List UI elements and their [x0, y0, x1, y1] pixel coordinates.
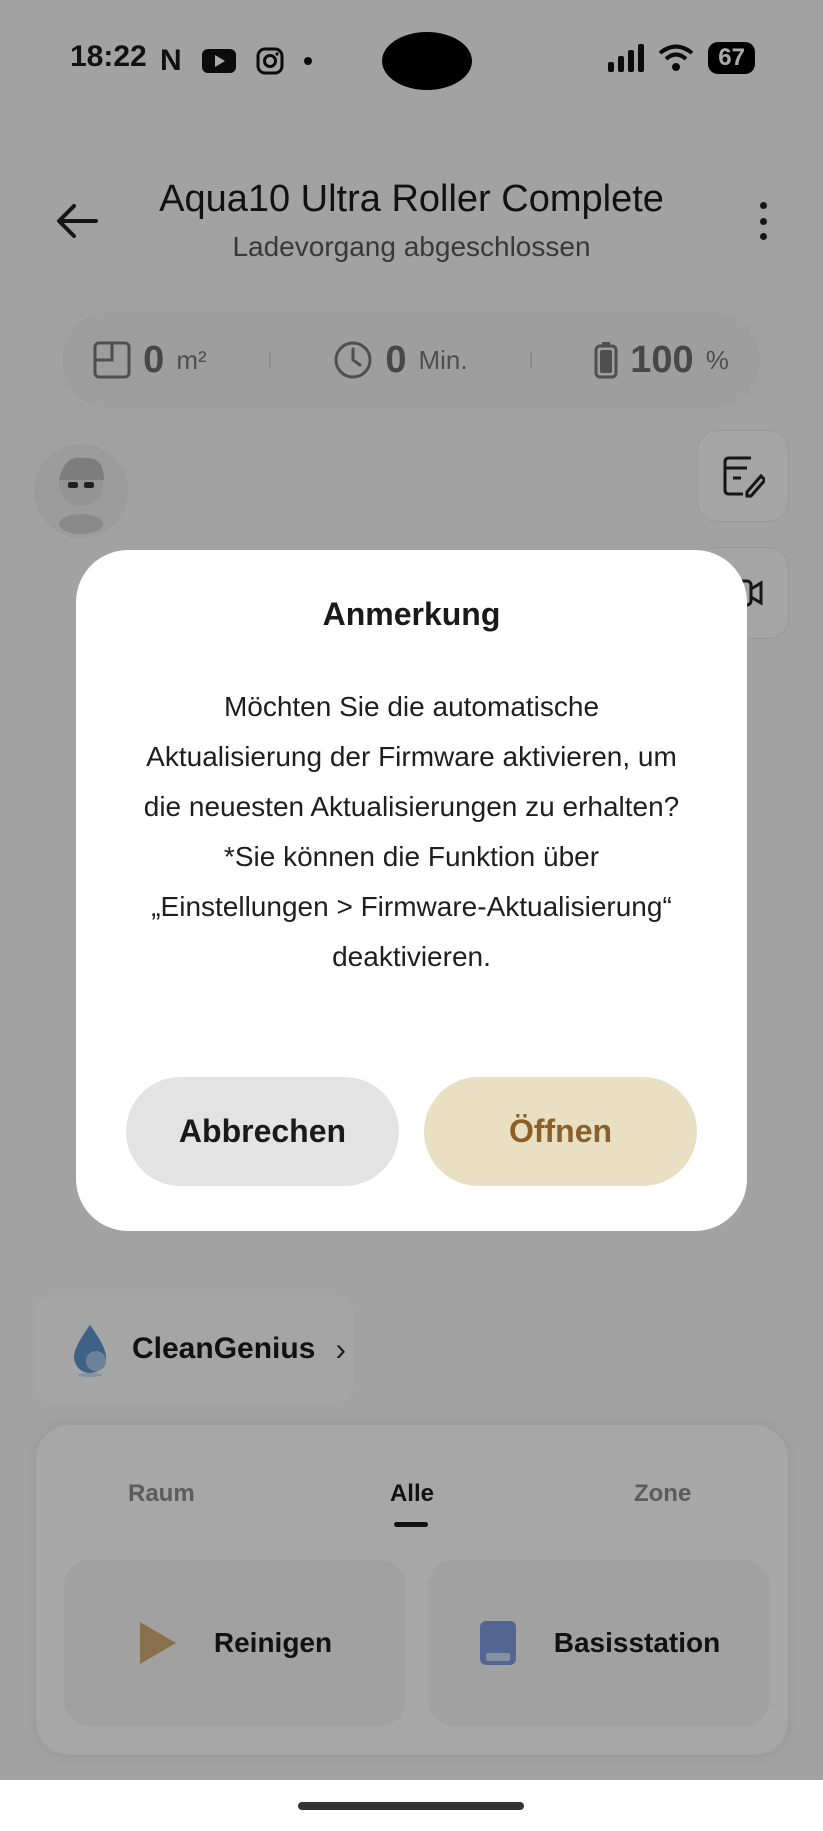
- dialog-title: Anmerkung: [322, 596, 501, 632]
- dialog-message-line: deaktivieren.: [332, 941, 491, 972]
- dialog-message-line: die neuesten Aktualisierungen zu erhalte…: [143, 791, 680, 822]
- dialog-message-line: „Einstellungen > Firmware-Aktualisierung…: [151, 891, 672, 922]
- dialog-message-line: Aktualisierung der Firmware aktivieren, …: [146, 741, 677, 772]
- cancel-button[interactable]: Abbrechen: [126, 1077, 399, 1186]
- open-button[interactable]: Öffnen: [424, 1077, 697, 1186]
- dialog-message-line: *Sie können die Funktion über: [223, 841, 600, 872]
- firmware-update-dialog: Anmerkung Möchten Sie die automatische A…: [76, 550, 747, 1231]
- home-indicator[interactable]: [298, 1802, 524, 1810]
- dialog-message-line: Möchten Sie die automatische: [223, 691, 600, 722]
- dialog-message: Möchten Sie die automatische Aktualisier…: [106, 682, 717, 982]
